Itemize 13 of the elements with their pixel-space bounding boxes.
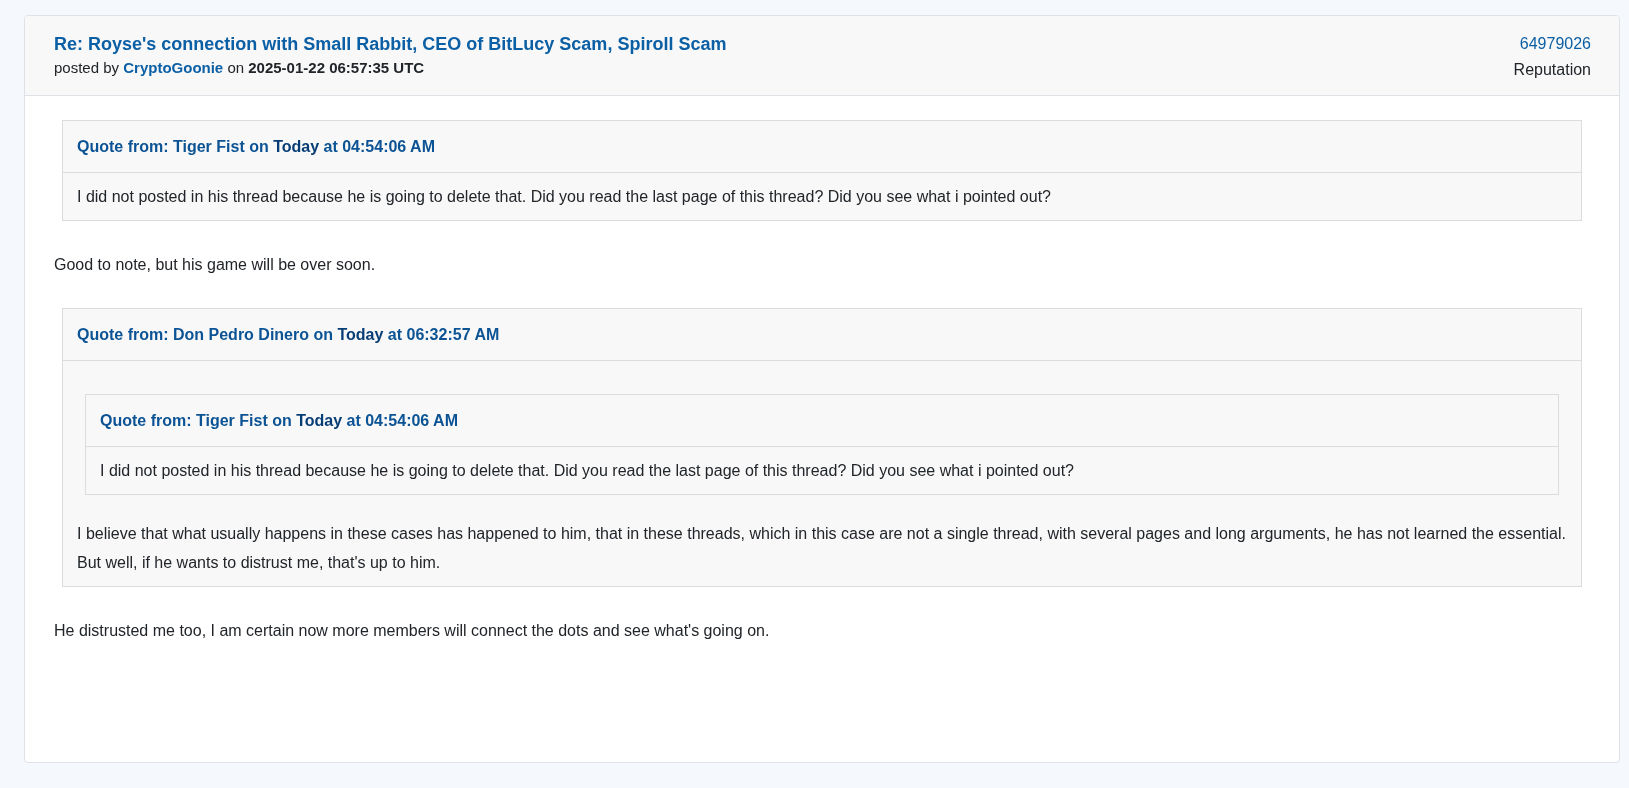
post-title-link[interactable]: Re: Royse's connection with Small Rabbit, CEO of BitLucy Scam, Spiroll Scam (54, 34, 727, 55)
quote-header-link[interactable]: Quote from: Tiger Fist on Today at 04:54:06 AM (86, 395, 1558, 447)
post-text: I believe that what usually happens in these cases has happened to him, that in these threads, which in this case are not a single thread, with several pages and long arguments, he has not learned the essential. But well, if he wants to distrust me, that's up to him. (77, 524, 1567, 573)
post-text: I did not posted in his thread because he is going to delete that. Did you read the last page of this thread? Did you see what i pointed out? (100, 461, 1075, 481)
reputation-label: Reputation (1513, 61, 1591, 79)
post-text: I did not posted in his thread because he is going to delete that. Did you read the last page of this thread? Did you see what i pointed out? (77, 187, 1052, 207)
quote-header-link[interactable]: Quote from: Tiger Fist on Today at 04:54:06 AM (63, 121, 1581, 173)
post-text: Good to note, but his game will be over soon. (54, 255, 377, 275)
post-id-link[interactable]: 64979026 (1519, 35, 1591, 53)
post-byline: posted by CryptoGoonie on 2025-01-22 06:57:35 UTC (54, 59, 426, 76)
quote-header-link[interactable]: Quote from: Don Pedro Dinero on Today at 06:32:57 AM (63, 309, 1581, 361)
post-text: He distrusted me too, I am certain now more members will connect the dots and see what's going on. (54, 621, 771, 641)
author-link[interactable]: CryptoGoonie (123, 59, 224, 76)
